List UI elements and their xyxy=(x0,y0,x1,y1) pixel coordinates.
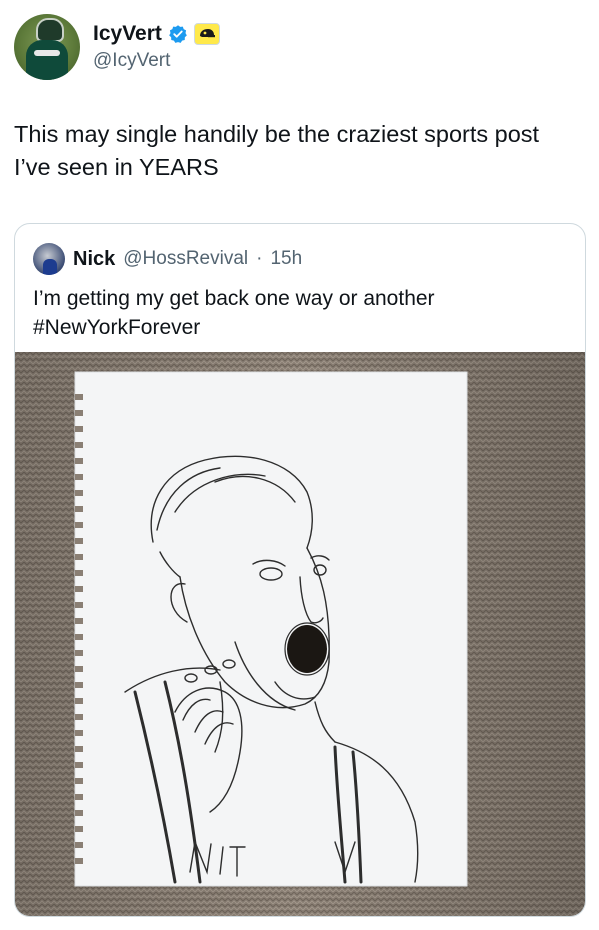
tweet-text: This may single handily be the craziest … xyxy=(14,121,540,180)
hashtag[interactable]: #NewYorkForever xyxy=(33,313,563,342)
separator-dot: · xyxy=(256,248,263,269)
cut-out-mouth xyxy=(287,625,327,673)
verified-badge-icon xyxy=(169,25,187,43)
quoted-tweet-header: Nick @HossRevival · 15h xyxy=(33,242,302,276)
quoted-media-image[interactable] xyxy=(15,352,585,916)
tweet: IcyVert @IcyVert This may single handily… xyxy=(0,0,599,930)
quoted-timestamp[interactable]: 15h xyxy=(270,248,302,270)
quoted-author-name[interactable]: Nick xyxy=(73,248,115,271)
quoted-text-line: I’m getting my get back one way or anoth… xyxy=(33,287,435,310)
quoted-tweet[interactable]: Nick @HossRevival · 15h I’m getting my g… xyxy=(14,223,586,917)
quoted-author-avatar[interactable] xyxy=(33,243,65,275)
author-name-row: IcyVert xyxy=(93,20,220,48)
quoted-author-handle[interactable]: @HossRevival xyxy=(123,248,248,270)
quoted-tweet-text: I’m getting my get back one way or anoth… xyxy=(33,284,563,342)
affiliate-badge-icon[interactable] xyxy=(193,23,220,45)
avatar-jersey xyxy=(26,40,68,80)
author-display-name[interactable]: IcyVert xyxy=(93,22,162,46)
sketch-photo xyxy=(15,352,585,916)
avatar-helmet xyxy=(36,18,64,42)
author-avatar[interactable] xyxy=(14,14,80,80)
author-handle[interactable]: @IcyVert xyxy=(93,50,170,72)
